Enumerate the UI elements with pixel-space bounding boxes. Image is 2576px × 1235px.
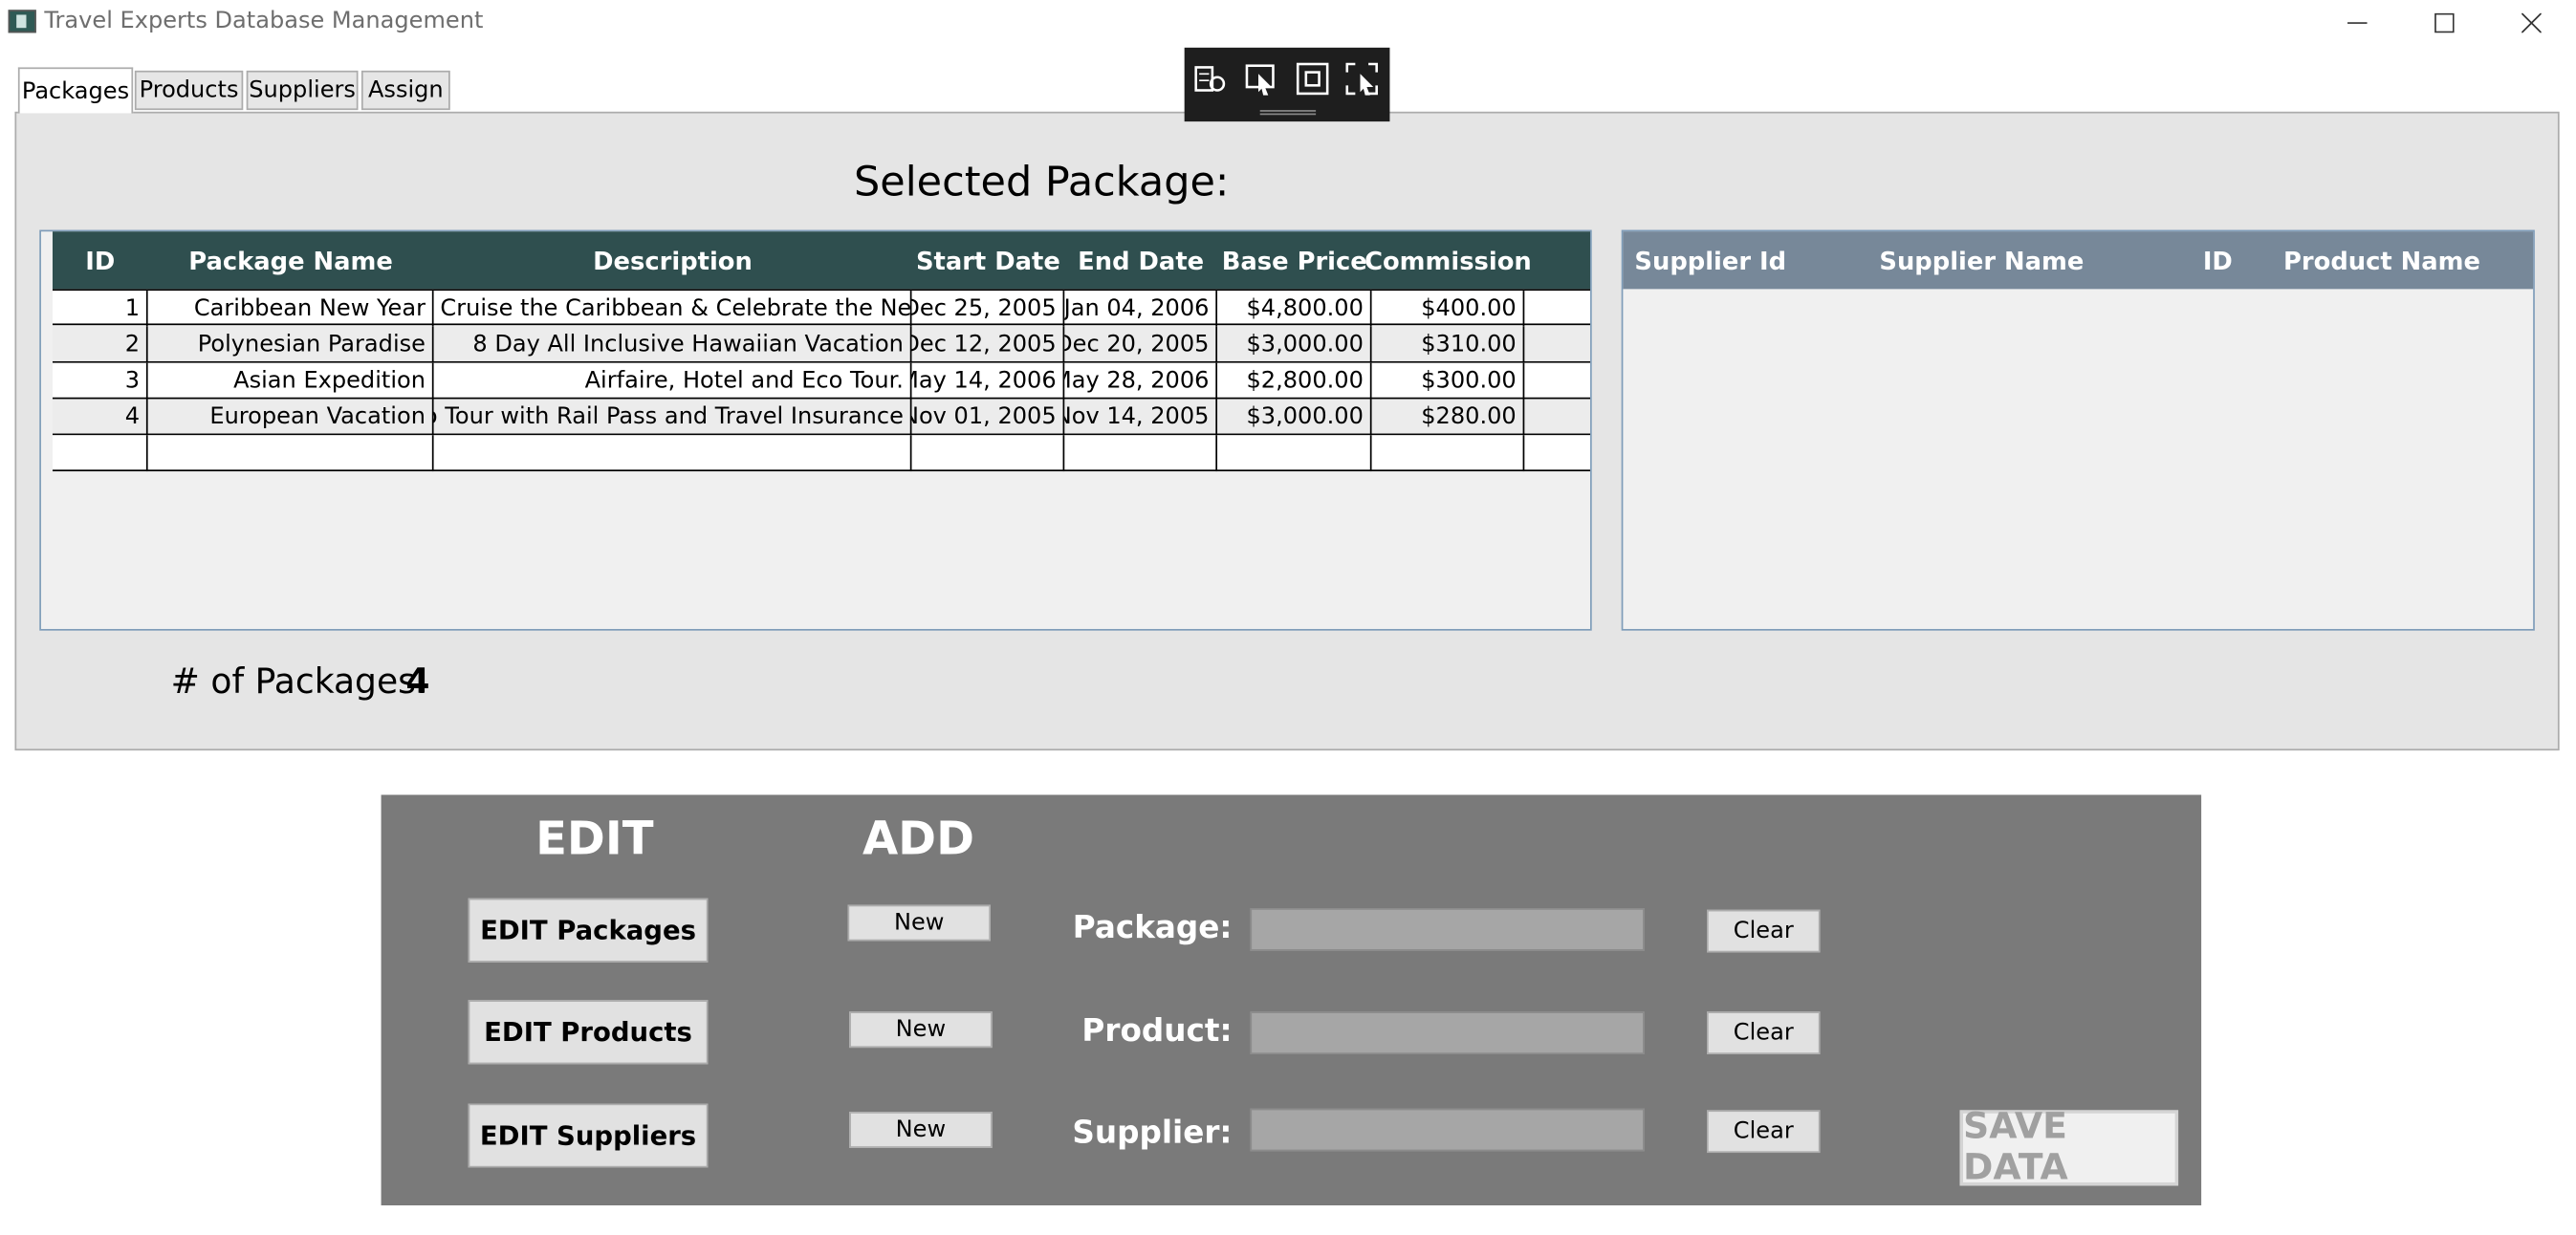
column-header-start-date[interactable]: Start Date bbox=[911, 231, 1064, 289]
cell-base-price[interactable]: $2,800.00 bbox=[1217, 362, 1372, 400]
supplier-products-grid[interactable] bbox=[1621, 229, 2535, 631]
cell-start-date[interactable]: May 14, 2006 bbox=[911, 362, 1065, 400]
package-count-label: # of Packages: bbox=[170, 661, 428, 702]
cell-base-price[interactable]: $3,000.00 bbox=[1217, 326, 1372, 363]
supplier-field-label: Supplier: bbox=[1072, 1115, 1233, 1152]
column-header-supplier-id[interactable]: Supplier Id bbox=[1634, 231, 1786, 289]
window-title: Travel Experts Database Management bbox=[44, 8, 484, 35]
new-package-button[interactable]: New bbox=[847, 904, 991, 942]
table-row[interactable]: 3 Asian Expedition Airfaire, Hotel and E… bbox=[52, 362, 1591, 400]
edit-section-title: EDIT bbox=[535, 811, 654, 866]
package-field-label: Package: bbox=[1072, 909, 1233, 946]
cell-description[interactable]: Euro Tour with Rail Pass and Travel Insu… bbox=[434, 399, 912, 436]
cell-id[interactable]: 1 bbox=[53, 291, 148, 327]
cell-id[interactable]: 4 bbox=[53, 399, 148, 436]
cell-description[interactable]: Airfaire, Hotel and Eco Tour. bbox=[434, 362, 912, 400]
cell-start-date[interactable]: Dec 12, 2005 bbox=[911, 326, 1065, 363]
minimize-icon bbox=[2347, 22, 2368, 24]
edit-suppliers-button[interactable]: EDIT Suppliers bbox=[468, 1103, 709, 1168]
clear-package-button[interactable]: Clear bbox=[1707, 909, 1821, 953]
column-header-id[interactable]: ID bbox=[53, 231, 148, 289]
cell-end-date[interactable]: Dec 20, 2005 bbox=[1064, 326, 1218, 363]
cell-end-date[interactable]: Nov 14, 2005 bbox=[1064, 399, 1218, 436]
app-icon bbox=[8, 10, 36, 33]
package-count-value: 4 bbox=[405, 661, 430, 702]
cell-end-date[interactable]: May 28, 2006 bbox=[1064, 362, 1218, 400]
tab-products[interactable]: Products bbox=[134, 70, 244, 111]
column-header-end-date[interactable]: End Date bbox=[1064, 231, 1217, 289]
tab-assign[interactable]: Assign bbox=[360, 70, 450, 111]
cell-package-name[interactable] bbox=[148, 435, 434, 472]
cell-base-price[interactable]: $4,800.00 bbox=[1217, 291, 1372, 327]
column-header-product-id[interactable]: ID bbox=[2203, 231, 2233, 289]
new-product-button[interactable]: New bbox=[849, 1011, 993, 1049]
column-header-base-price[interactable]: Base Price bbox=[1217, 231, 1371, 289]
cell-base-price[interactable]: $3,000.00 bbox=[1217, 399, 1372, 436]
cell-end-date[interactable] bbox=[1064, 435, 1218, 472]
display-layout-adorners-icon[interactable] bbox=[1295, 61, 1331, 98]
edit-products-button[interactable]: EDIT Products bbox=[468, 1000, 709, 1065]
cell-commission[interactable] bbox=[1372, 435, 1525, 472]
product-input[interactable] bbox=[1250, 1011, 1645, 1054]
cell-package-name[interactable]: Asian Expedition bbox=[148, 362, 434, 400]
cell-commission[interactable]: $400.00 bbox=[1372, 291, 1525, 327]
cell-start-date[interactable]: Nov 01, 2005 bbox=[911, 399, 1065, 436]
edit-packages-button[interactable]: EDIT Packages bbox=[468, 898, 709, 963]
cell-commission[interactable]: $310.00 bbox=[1372, 326, 1525, 363]
cell-package-name[interactable]: Caribbean New Year bbox=[148, 291, 434, 327]
maximize-button[interactable] bbox=[2407, 0, 2482, 46]
cell-end-date[interactable]: Jan 04, 2006 bbox=[1064, 291, 1218, 327]
table-row-new[interactable] bbox=[52, 435, 1591, 472]
close-button[interactable] bbox=[2494, 0, 2569, 46]
tab-packages[interactable]: Packages bbox=[17, 67, 134, 114]
clear-product-button[interactable]: Clear bbox=[1707, 1011, 1821, 1054]
maximize-icon bbox=[2434, 12, 2455, 33]
app-window: Travel Experts Database Management Packa… bbox=[0, 0, 2576, 1210]
column-header-description[interactable]: Description bbox=[434, 231, 912, 289]
cell-commission[interactable]: $300.00 bbox=[1372, 362, 1525, 400]
column-header-product-name[interactable]: Product Name bbox=[2283, 231, 2480, 289]
cell-start-date[interactable] bbox=[911, 435, 1065, 472]
select-element-icon[interactable] bbox=[1244, 61, 1280, 98]
product-field-label: Product: bbox=[1081, 1013, 1233, 1050]
close-icon bbox=[2521, 12, 2542, 33]
package-input[interactable] bbox=[1250, 908, 1645, 951]
minimize-button[interactable] bbox=[2320, 0, 2395, 46]
column-header-commission[interactable]: Commission bbox=[1364, 231, 1532, 289]
cell-package-name[interactable]: European Vacation bbox=[148, 399, 434, 436]
column-header-supplier-name[interactable]: Supplier Name bbox=[1879, 231, 2084, 289]
new-supplier-button[interactable]: New bbox=[849, 1112, 993, 1148]
supplier-input[interactable] bbox=[1250, 1108, 1645, 1152]
cell-description[interactable] bbox=[434, 435, 912, 472]
cell-description[interactable]: Cruise the Caribbean & Celebrate the New… bbox=[434, 291, 912, 327]
live-visual-tree-icon[interactable] bbox=[1192, 61, 1229, 98]
cell-id[interactable]: 2 bbox=[53, 326, 148, 363]
save-data-button[interactable]: SAVE DATA bbox=[1959, 1107, 2179, 1189]
add-section-title: ADD bbox=[862, 811, 975, 866]
table-row[interactable]: 4 European Vacation Euro Tour with Rail … bbox=[52, 399, 1591, 436]
toolbar-grip[interactable] bbox=[1259, 110, 1317, 116]
clear-supplier-button[interactable]: Clear bbox=[1707, 1110, 1821, 1154]
cell-id[interactable]: 3 bbox=[53, 362, 148, 400]
table-row[interactable]: 2 Polynesian Paradise 8 Day All Inclusiv… bbox=[52, 326, 1591, 363]
cell-package-name[interactable]: Polynesian Paradise bbox=[148, 326, 434, 363]
tab-suppliers[interactable]: Suppliers bbox=[246, 70, 359, 111]
cell-description[interactable]: 8 Day All Inclusive Hawaiian Vacation bbox=[434, 326, 912, 363]
selected-package-heading: Selected Package: bbox=[854, 157, 1230, 206]
table-row[interactable]: 1 Caribbean New Year Cruise the Caribbea… bbox=[52, 289, 1591, 327]
track-focused-element-icon[interactable] bbox=[1343, 61, 1380, 98]
cell-id[interactable] bbox=[53, 435, 148, 472]
cell-start-date[interactable]: Dec 25, 2005 bbox=[911, 291, 1065, 327]
column-header-package-name[interactable]: Package Name bbox=[148, 231, 434, 289]
debug-toolbar bbox=[1184, 47, 1390, 122]
cell-commission[interactable]: $280.00 bbox=[1372, 399, 1525, 436]
cell-base-price[interactable] bbox=[1217, 435, 1372, 472]
